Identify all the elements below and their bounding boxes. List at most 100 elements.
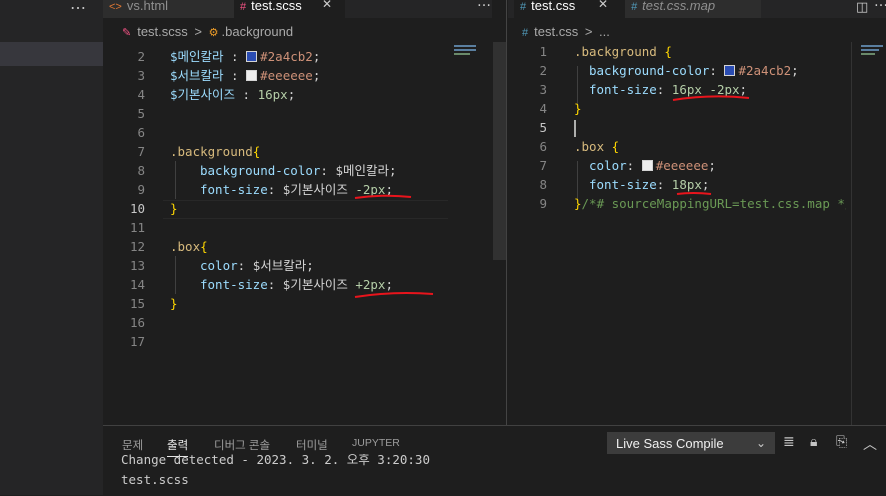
- colon: :: [237, 258, 253, 273]
- code-line: .box {: [574, 137, 619, 156]
- value: #2a4cb2: [738, 63, 792, 78]
- semicolon: ;: [306, 258, 314, 273]
- tab-test-css[interactable]: # test.css ✕: [514, 0, 630, 18]
- scss-editor[interactable]: 2 3 4 5 6 7 8 9 10 11 12 13 14 15 16 17 $메인칼라 : #2a4cb2…: [103, 42, 507, 425]
- code-line: .background {: [574, 42, 672, 61]
- tab-test-css-map[interactable]: # test.css.map: [625, 0, 761, 18]
- tab-test-scss[interactable]: # test.scss ✕: [234, 0, 345, 18]
- line-number: 1: [539, 44, 547, 59]
- tab-debug-console[interactable]: 디버그 콘솔: [214, 437, 270, 453]
- code-line: }: [170, 199, 178, 218]
- brace: }: [170, 296, 178, 311]
- more-actions-icon[interactable]: …: [874, 0, 886, 10]
- chevron-up-icon[interactable]: ︿: [863, 434, 877, 454]
- lock-icon[interactable]: 🔒︎: [810, 434, 817, 450]
- colon: :: [656, 82, 672, 97]
- colon: :: [267, 277, 283, 292]
- line-number: 10: [129, 201, 145, 216]
- indent-guide: [175, 256, 176, 294]
- property: color: [200, 258, 238, 273]
- left-tab-bar: <> vs.html # test.scss ✕ …: [103, 0, 492, 18]
- close-icon[interactable]: ✕: [322, 0, 332, 10]
- line-number: 17: [129, 334, 145, 349]
- annotation-underline: [354, 292, 434, 298]
- split-editor-icon[interactable]: ◫: [856, 0, 868, 15]
- line-number: 14: [129, 277, 145, 292]
- breadcrumb-file[interactable]: test.scss: [137, 24, 188, 39]
- code-line: color: #eeeeee;: [589, 156, 716, 175]
- line-number: 4: [539, 101, 547, 116]
- code-line: $메인칼라 : #2a4cb2;: [170, 47, 320, 66]
- color-swatch[interactable]: [246, 70, 258, 81]
- tab-jupyter[interactable]: JUPYTER: [352, 437, 400, 449]
- text-cursor: [574, 120, 576, 137]
- filter-lines-icon[interactable]: ≣: [783, 434, 795, 450]
- colon: :: [656, 177, 672, 192]
- breadcrumb-separator: >: [584, 24, 593, 39]
- breadcrumb: ✎ test.scss > ⚙ .background: [122, 24, 293, 39]
- semicolon: ;: [312, 49, 321, 64]
- selector: .box: [170, 239, 201, 254]
- close-icon[interactable]: ✕: [598, 0, 608, 10]
- brace: {: [200, 239, 208, 254]
- more-actions-icon[interactable]: …: [477, 0, 491, 10]
- colon: :: [626, 158, 642, 173]
- breadcrumb-symbol[interactable]: .background: [222, 24, 294, 39]
- line-number: 5: [137, 106, 145, 121]
- brace: }: [574, 196, 582, 211]
- color-swatch[interactable]: [246, 51, 258, 62]
- tab-problems[interactable]: 문제: [122, 437, 143, 453]
- code-line: background-color: $메인칼라;: [200, 161, 397, 180]
- semicolon: ;: [287, 87, 296, 102]
- brace: {: [664, 44, 672, 59]
- symbol-class-icon: ⚙: [208, 27, 219, 39]
- semicolon: ;: [791, 63, 799, 78]
- color-swatch[interactable]: [641, 160, 653, 171]
- selected-explorer-item[interactable]: [0, 42, 103, 66]
- line-number: 8: [539, 177, 547, 192]
- output-channel-select[interactable]: Live Sass Compile ⌄: [607, 432, 775, 454]
- breadcrumb-file[interactable]: test.css: [534, 24, 578, 39]
- separator: :: [223, 68, 239, 83]
- minimap-edge: [851, 42, 852, 425]
- color-swatch[interactable]: [724, 65, 736, 76]
- scss-file-icon: #: [240, 1, 247, 13]
- tab-terminal[interactable]: 터미널: [296, 437, 328, 453]
- line-number: 5: [539, 120, 547, 135]
- line-number: 12: [129, 239, 145, 254]
- variable: $서브칼라: [252, 258, 307, 273]
- css-editor[interactable]: 1 2 3 4 5 6 7 8 9 .background { background-color…: [507, 42, 886, 425]
- line-number: 2: [137, 49, 145, 64]
- colon: :: [320, 163, 336, 178]
- annotation-underline: [672, 95, 750, 101]
- tab-label: test.css.map: [642, 0, 716, 13]
- selector: .background: [574, 44, 657, 59]
- vertical-scrollbar[interactable]: [493, 42, 507, 260]
- breadcrumb-rest[interactable]: ...: [599, 24, 610, 39]
- property: font-size: [589, 177, 657, 192]
- line-number: 9: [539, 196, 547, 211]
- value: 16px: [257, 87, 288, 102]
- output-channel-value: Live Sass Compile: [616, 436, 724, 451]
- tab-output[interactable]: 출력: [167, 437, 189, 457]
- line-number: 15: [129, 296, 145, 311]
- tab-vs-html[interactable]: <> vs.html: [103, 0, 239, 18]
- more-actions-icon[interactable]: …: [70, 0, 86, 13]
- code-line: $기본사이즈 : 16px;: [170, 85, 295, 104]
- annotation-underline: [354, 194, 412, 199]
- property: color: [589, 158, 627, 173]
- value: #eeeeee: [655, 158, 709, 173]
- comment: /*# sourceMappingURL=test.css.map */: [581, 196, 846, 211]
- line-number: 6: [137, 125, 145, 140]
- explorer-sidebar: …: [0, 0, 103, 495]
- line-number: 6: [539, 139, 547, 154]
- variable: $기본사이즈: [282, 182, 348, 197]
- separator: :: [223, 49, 239, 64]
- code-line: .background{: [170, 142, 260, 161]
- scss-file-icon: ✎: [122, 27, 132, 39]
- line-number: 11: [129, 220, 145, 235]
- bottom-panel: 문제 출력 디버그 콘솔 터미널 JUPYTER Live Sass Compi…: [103, 425, 886, 496]
- clear-output-icon[interactable]: ⎘: [836, 434, 847, 450]
- output-line: Change detected - 2023. 3. 2. 오후 3:20:30: [121, 454, 430, 467]
- annotation-underline: [676, 192, 712, 195]
